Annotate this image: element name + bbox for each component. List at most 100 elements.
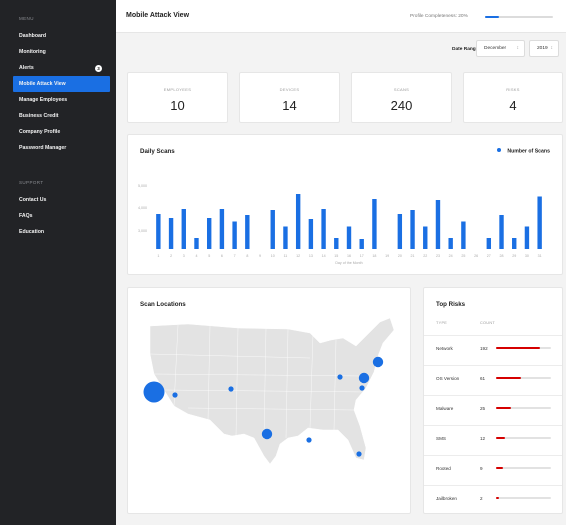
risk-count: 2	[480, 496, 483, 501]
map-marker-dallas[interactable]	[261, 428, 273, 440]
map-marker-denver[interactable]	[228, 386, 234, 392]
chart-bar	[410, 210, 415, 249]
stat-card-devices: DEVICES 14	[239, 72, 340, 123]
sidebar-item-faqs[interactable]: FAQs	[13, 208, 110, 224]
chart-bar	[461, 221, 466, 249]
x-tick-label: 17	[360, 254, 364, 258]
risk-row: Malware 25	[424, 395, 562, 421]
sidebar-item-manage-employees[interactable]: Manage Employees	[13, 92, 110, 108]
chart-bar	[232, 221, 237, 249]
risk-row: OS Version 61	[424, 365, 562, 391]
sidebar-section-support: SUPPORT	[19, 180, 44, 185]
x-tick-label: 28	[500, 254, 504, 258]
map-marker-miami[interactable]	[356, 451, 362, 457]
risk-bar-track	[496, 407, 551, 409]
x-tick-label: 26	[474, 254, 478, 258]
chart-bar	[423, 226, 428, 249]
risk-bar-fill	[496, 347, 540, 349]
x-tick-label: 25	[461, 254, 465, 258]
chart-bar	[537, 196, 542, 249]
chart-bar	[448, 238, 453, 249]
scan-locations-card: Scan Locations	[127, 287, 411, 514]
profile-completeness-fill	[485, 16, 499, 18]
x-tick-label: 6	[221, 254, 223, 258]
risk-bar-fill	[496, 437, 506, 439]
x-tick-label: 12	[296, 254, 300, 258]
x-tick-label: 18	[372, 254, 376, 258]
x-tick-label: 29	[512, 254, 516, 258]
risk-bar-fill	[496, 377, 521, 379]
chart-bar	[486, 238, 492, 249]
map-marker-new-york[interactable]	[372, 356, 384, 368]
risks-col-type: TYPE	[436, 321, 448, 325]
sidebar-item-dashboard[interactable]: Dashboard	[13, 28, 110, 44]
stat-card-scans: SCANS 240	[351, 72, 452, 123]
chart-bar	[194, 238, 199, 249]
us-map	[143, 317, 395, 465]
month-select[interactable]: December ↕	[476, 40, 525, 57]
x-tick-label: 23	[436, 254, 440, 258]
month-select-value: December	[484, 46, 507, 51]
sidebar-item-education[interactable]: Education	[13, 224, 110, 240]
page-title: Mobile Attack View	[126, 12, 190, 19]
stat-label: DEVICES	[279, 87, 300, 92]
chart-bar	[308, 219, 314, 249]
x-tick-label: 13	[309, 254, 313, 258]
sidebar-item-mobile-attack-view[interactable]: Mobile Attack View	[13, 76, 110, 92]
x-tick-label: 16	[347, 254, 351, 258]
chart-bar	[524, 226, 530, 249]
sidebar-item-contact-us[interactable]: Contact Us	[13, 192, 110, 208]
x-tick-label: 3	[183, 254, 185, 258]
map-marker-new-orleans[interactable]	[306, 437, 312, 443]
stat-value: 14	[282, 98, 297, 113]
alerts-count-badge: 3	[95, 65, 102, 72]
stat-value: 4	[509, 98, 517, 113]
sidebar-item-alerts[interactable]: Alerts 3	[13, 60, 110, 76]
chart-bar	[359, 239, 364, 249]
risk-type: OS Version	[436, 376, 460, 381]
risk-count: 9	[480, 466, 483, 471]
map-marker-philadelphia[interactable]	[359, 385, 365, 391]
risk-count: 192	[480, 346, 488, 351]
x-tick-label: 27	[487, 254, 491, 258]
chart-bar	[283, 226, 288, 249]
risk-bar-track	[496, 467, 551, 469]
chart-bar	[206, 218, 212, 249]
top-risks-card: Top Risks TYPE COUNT Network 192 OS Versio…	[423, 287, 563, 514]
risk-count: 61	[480, 376, 486, 381]
x-tick-label: 20	[398, 254, 402, 258]
risk-count: 12	[480, 436, 486, 441]
top-bar: Mobile Attack View Profile Completeness:…	[116, 0, 566, 33]
sidebar-item-company-profile[interactable]: Company Profile	[13, 124, 110, 140]
sidebar-item-monitoring[interactable]: Monitoring	[13, 44, 110, 60]
sidebar-item-password-manager[interactable]: Password Manager	[13, 140, 110, 156]
risk-type: Rooted	[436, 466, 451, 471]
date-range-label: Date Range	[452, 47, 479, 52]
map-marker-los-angeles[interactable]	[143, 381, 165, 403]
year-select[interactable]: 2019 ↕	[529, 40, 559, 57]
x-tick-label: 10	[271, 254, 275, 258]
map-marker-chicago[interactable]	[337, 374, 343, 380]
chart-bar	[168, 218, 174, 249]
sidebar-item-business-credit[interactable]: Business Credit	[13, 108, 110, 124]
risk-row: Network 192	[424, 335, 562, 361]
profile-completeness-bar	[485, 16, 553, 18]
stat-label: SCANS	[393, 87, 410, 92]
map-marker-washington-dc[interactable]	[358, 372, 370, 384]
x-tick-label: 9	[259, 254, 261, 258]
profile-completeness-label: Profile Completeness: 20%	[410, 14, 468, 19]
chart-bar	[156, 214, 161, 249]
x-tick-label: 24	[449, 254, 453, 258]
daily-scans-card: Daily Scans Number of Scans 5,000 4,000 3,…	[127, 134, 563, 275]
sidebar-item-label: Alerts	[19, 65, 34, 71]
risk-bar-fill	[496, 497, 499, 499]
map-marker-las-vegas[interactable]	[172, 392, 178, 398]
risk-type: Malware	[436, 406, 454, 411]
risk-type: SMS	[436, 436, 446, 441]
x-tick-label: 4	[195, 254, 197, 258]
x-tick-label: 7	[234, 254, 236, 258]
stat-label: EMPLOYEES	[163, 87, 192, 92]
x-tick-label: 14	[322, 254, 326, 258]
stat-card-risks: RISKS 4	[463, 72, 563, 123]
chart-bar	[321, 209, 326, 249]
